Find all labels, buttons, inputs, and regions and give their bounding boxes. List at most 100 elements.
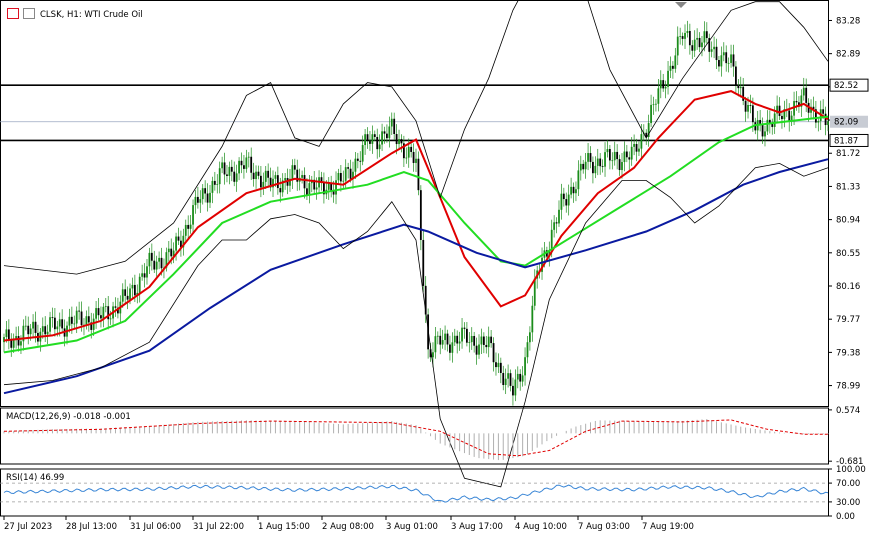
candle-body [361,145,364,162]
candle-body [565,199,568,206]
candle-body [473,335,476,346]
candle-body [213,180,216,185]
candle-body [616,151,619,160]
candle-body [366,134,369,142]
candle-body [684,32,686,39]
candle-body [640,134,643,149]
candle-body [696,37,699,40]
candle-body [344,167,347,181]
candle-body [44,326,47,335]
rsi-panel-frame [0,468,829,517]
candle-body [781,115,783,120]
candle-body [15,336,18,339]
time-tick-label: 27 Jul 2023 [4,522,52,532]
candle-body [795,101,798,103]
candle-body [56,326,59,330]
candle-body [606,149,609,153]
candle-body [667,70,669,87]
candle-body [524,357,526,376]
candle-body [27,325,30,335]
rsi-tick-label: 70.00 [836,479,860,489]
candle-body [504,378,507,386]
scroll-marker-icon [675,2,687,8]
trading-chart[interactable]: CLSK, H1: WTI Crude Oil MACD(12,26,9) -0… [0,0,874,538]
candle-body [61,319,64,329]
candle-body [652,104,655,106]
candle-body [187,224,190,229]
candle-body [158,257,161,262]
candle-body [577,170,580,190]
candle-body [461,327,463,342]
candle-body [303,175,306,189]
candle-body [688,31,691,46]
candle-body [453,335,456,343]
candle-body [737,85,740,89]
price-tick-label: 78.99 [836,382,860,392]
candle-body [75,310,78,324]
candle-body [567,194,570,206]
candle-body [196,196,199,203]
macd-tick-label: 0.574 [836,406,860,416]
candle-body [342,180,345,182]
price-tick-label: 79.38 [836,348,860,358]
rsi-line [3,484,829,503]
candle-body [206,193,209,203]
candle-body [279,188,282,193]
candle-body [480,336,483,345]
candle-body [805,87,808,103]
candle-body [97,308,100,316]
candle-body [608,149,611,161]
candle-body [356,158,359,161]
candle-body [703,31,706,43]
candle-body [247,156,250,158]
candle-body [51,317,54,319]
candle-body [194,196,197,206]
candle-body [533,278,536,306]
candle-body [221,162,224,169]
candle-body [778,105,781,116]
candle-body [373,134,376,137]
candle-body [701,42,703,48]
candle-body [436,335,439,337]
candle-body [691,45,694,51]
candle-body [24,325,27,327]
symbol-label: CLSK, H1: WTI Crude Oil [40,10,143,20]
candle-body [509,373,512,386]
time-tick-label: 1 Aug 15:00 [258,522,310,532]
candle-body [732,54,735,67]
candle-body [388,126,391,139]
candle-body [497,362,500,368]
candle-body [764,131,766,137]
candle-body [618,159,621,171]
candle-body [257,171,260,176]
candle-body [492,343,495,363]
candle-body [432,352,434,358]
candle-body [102,306,105,319]
chart-settings-icon[interactable] [23,8,35,19]
candle-body [184,224,187,236]
candle-body [85,316,88,325]
candle-body [628,157,631,160]
candle-body [175,236,177,251]
candle-body [662,80,665,89]
candle-body [575,189,577,194]
candle-body [284,178,287,181]
candle-body [657,88,660,104]
candle-body [664,86,667,89]
candle-body [519,373,522,382]
candle-body [274,175,277,179]
rsi-tick-label: 100.00 [836,465,866,475]
candle-body [761,124,764,137]
candle-body [114,306,117,308]
candle-body [444,333,446,341]
candle-body [131,284,134,289]
candle-body [630,146,633,160]
candle-body [228,166,231,176]
candle-body [676,36,679,56]
candle-body [138,276,141,293]
candle-body [49,317,51,332]
candle-body [390,118,393,127]
candle-body [596,158,599,166]
grid-icon[interactable] [7,8,19,19]
candle-body [70,316,73,324]
